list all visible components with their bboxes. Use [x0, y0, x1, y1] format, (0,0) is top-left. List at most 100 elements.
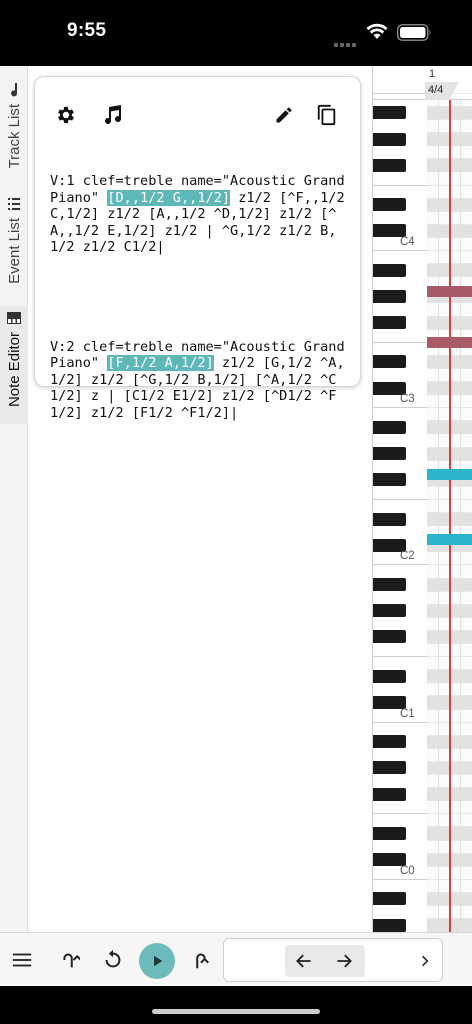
black-key[interactable]: [373, 263, 406, 277]
white-key-divider: [373, 878, 427, 880]
play-button[interactable]: [139, 943, 175, 979]
black-key[interactable]: [373, 473, 406, 487]
redo-button[interactable]: [185, 945, 215, 975]
white-key-divider: [373, 721, 427, 723]
piano-keys[interactable]: [373, 92, 427, 932]
menu-button[interactable]: [7, 945, 37, 975]
tab-event-list[interactable]: Event List: [0, 196, 28, 294]
grid-line: [427, 92, 472, 94]
pencil-icon: [276, 107, 292, 123]
black-key[interactable]: [373, 787, 406, 801]
music-button[interactable]: [101, 103, 125, 127]
wifi-icon: [366, 23, 388, 39]
timeline-ruler[interactable]: 1 4/4: [373, 66, 472, 100]
black-key[interactable]: [373, 604, 406, 618]
side-tabs: Track List Event List Note Editor: [0, 66, 28, 932]
rewind-button[interactable]: [98, 945, 128, 975]
note-block[interactable]: [427, 469, 472, 480]
black-key[interactable]: [373, 578, 406, 591]
note-block[interactable]: [427, 286, 472, 297]
more-button[interactable]: [410, 946, 440, 976]
black-key[interactable]: [373, 289, 406, 303]
white-key-divider: [373, 341, 427, 343]
home-area: [0, 986, 472, 1024]
abc-notation-card: V:1 clef=treble name="Acoustic Grand Pia…: [34, 76, 361, 421]
status-time: 9:55: [67, 20, 107, 41]
tab-event-list-label: Event List: [5, 218, 23, 284]
menu-icon: [12, 953, 32, 967]
black-key[interactable]: [373, 198, 406, 212]
black-key[interactable]: [373, 316, 406, 329]
time-signature[interactable]: 4/4: [425, 82, 459, 100]
gear-icon: [58, 106, 74, 124]
black-key[interactable]: [373, 420, 406, 434]
status-bar: 9:55: [0, 0, 472, 66]
octave-label: C4: [400, 236, 415, 248]
card-toolbar: [35, 77, 360, 135]
undo-button[interactable]: [54, 945, 84, 975]
voice-1: V:1 clef=treble name="Acoustic Grand Pia…: [50, 173, 350, 256]
black-key[interactable]: [373, 918, 406, 932]
black-key[interactable]: [373, 158, 406, 172]
black-key[interactable]: [373, 761, 406, 775]
piano-roll[interactable]: 1 4/4 C4 C3 C2 C1 C0: [372, 66, 472, 932]
redo-icon: [196, 953, 209, 969]
white-key-divider: [373, 813, 427, 815]
battery-icon: [397, 24, 431, 41]
copy-button[interactable]: [315, 103, 339, 127]
black-key[interactable]: [373, 132, 406, 146]
piano-icon: [7, 312, 21, 324]
navigation-group: [223, 938, 443, 982]
beat-line: [460, 100, 461, 932]
tab-note-editor-label: Note Editor: [5, 332, 23, 408]
home-indicator[interactable]: [152, 1009, 320, 1014]
octave-label: C2: [400, 550, 415, 563]
playhead: [449, 100, 451, 932]
octave-label: C1: [400, 707, 415, 720]
music-note-icon: [11, 83, 18, 97]
black-key[interactable]: [373, 892, 406, 906]
tab-track-list-label: Track List: [5, 104, 23, 169]
black-key[interactable]: [373, 826, 406, 840]
music-notes-icon: [105, 105, 122, 125]
black-key[interactable]: [373, 355, 406, 369]
voice-1-selection[interactable]: [D,,1/2 G,,1/2]: [107, 189, 231, 206]
white-key-divider: [373, 407, 427, 409]
black-key[interactable]: [373, 447, 406, 460]
main-panel: V:1 clef=treble name="Acoustic Grand Pia…: [28, 66, 372, 932]
black-key[interactable]: [373, 106, 406, 120]
abc-notation-text[interactable]: V:1 clef=treble name="Acoustic Grand Pia…: [50, 140, 350, 454]
tab-note-editor[interactable]: Note Editor: [0, 306, 28, 424]
black-key[interactable]: [373, 735, 406, 749]
measure-number: 1: [429, 68, 436, 80]
voice-2: V:2 clef=treble name="Acoustic Grand Pia…: [50, 339, 350, 422]
undo-icon: [63, 953, 80, 968]
note-block[interactable]: [427, 337, 472, 348]
step-back-button[interactable]: [289, 946, 319, 976]
white-key-divider: [373, 184, 427, 186]
chevron-right-icon: [422, 955, 429, 967]
voice-2-selection[interactable]: [F,1/2 A,1/2]: [107, 355, 214, 371]
rewind-icon: [105, 949, 121, 968]
white-key-divider: [373, 92, 427, 94]
white-key-divider: [373, 498, 427, 500]
white-key-divider: [373, 250, 427, 251]
app: Track List Event List Note Editor V:1 cl…: [0, 66, 472, 986]
white-key-divider: [373, 656, 427, 658]
play-icon: [154, 955, 163, 967]
edit-button[interactable]: [272, 103, 296, 127]
arrow-left-icon: [296, 954, 311, 968]
octave-label: C3: [400, 393, 415, 406]
arrow-right-icon: [337, 954, 352, 968]
copy-icon: [317, 104, 336, 126]
step-forward-button[interactable]: [329, 946, 359, 976]
white-key-divider: [373, 564, 427, 566]
beat-line: [438, 100, 439, 932]
tab-track-list[interactable]: Track List: [0, 82, 28, 178]
black-key[interactable]: [373, 512, 406, 526]
note-block[interactable]: [427, 534, 472, 545]
black-key[interactable]: [373, 669, 406, 683]
black-key[interactable]: [373, 630, 406, 644]
signal-icon: [334, 34, 358, 47]
settings-button[interactable]: [54, 103, 78, 127]
